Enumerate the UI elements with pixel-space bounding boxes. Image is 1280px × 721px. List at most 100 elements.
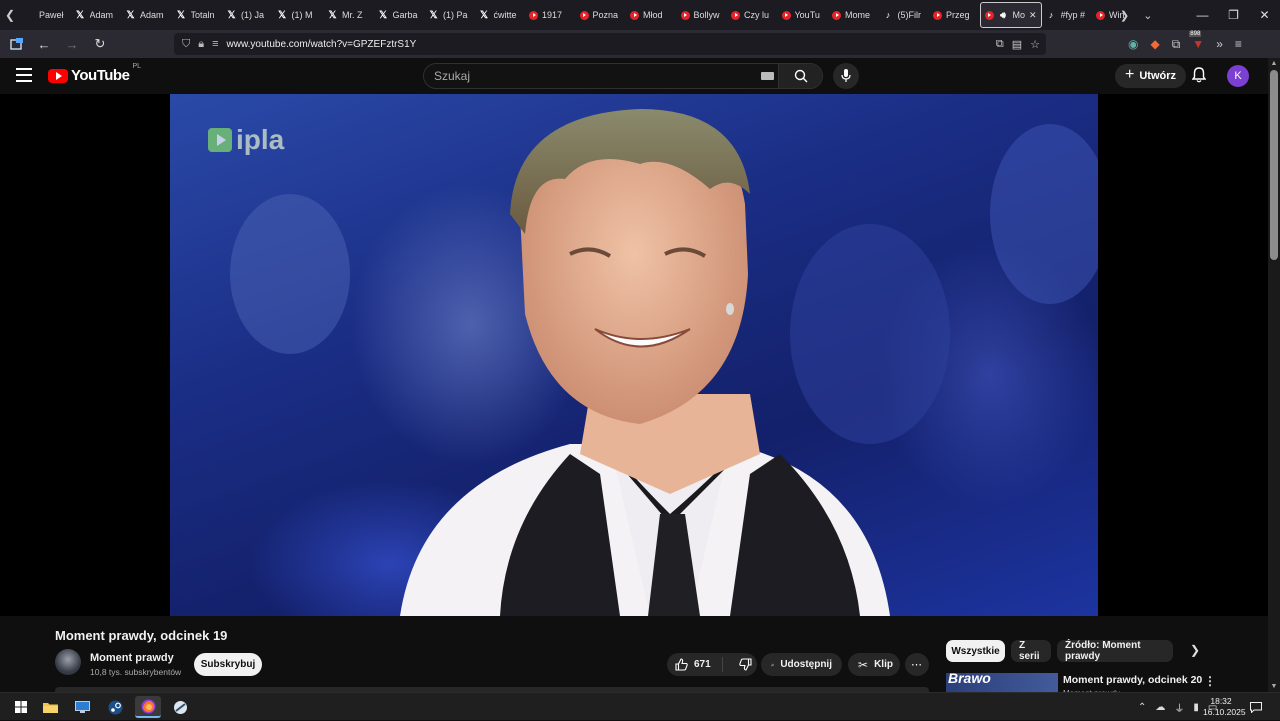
file-explorer-icon[interactable] <box>37 696 63 718</box>
reload-icon[interactable]: ↻ <box>88 32 112 56</box>
tab-label: YouTu <box>794 10 820 20</box>
fox-extension-icon[interactable]: ◆ <box>1150 37 1159 51</box>
browser-tab[interactable]: 𝕏 (1) Ja <box>222 2 273 28</box>
tab-label: Przeg <box>946 10 970 20</box>
ublock-extension-icon[interactable]: ▼ 898 <box>1189 31 1204 51</box>
youtube-logo[interactable]: YouTube PL <box>48 63 141 84</box>
thumbs-up-icon <box>675 658 688 671</box>
browser-tab[interactable]: 🔊︎ Mo ✕ <box>979 2 1042 28</box>
firefox-icon[interactable] <box>135 696 161 718</box>
browser-tab[interactable]: Czy lu <box>727 2 778 28</box>
browser-tab[interactable]: Młod <box>626 2 677 28</box>
browser-tab[interactable]: 1917 <box>525 2 576 28</box>
channel-avatar[interactable] <box>55 649 81 675</box>
chip-series[interactable]: Z serii <box>1011 640 1051 662</box>
search-box <box>423 63 823 89</box>
restore-icon[interactable]: ❐ <box>1218 0 1249 30</box>
picture-in-picture-icon[interactable]: ⧉ <box>996 38 1004 51</box>
scroll-up-icon[interactable]: ▲ <box>1270 60 1278 67</box>
windows-start-icon[interactable] <box>8 696 34 718</box>
youtube-play-logo-icon <box>48 68 68 83</box>
like-button[interactable]: 671 <box>667 657 723 672</box>
recommendation-menu-icon[interactable]: ⋮ <box>1204 674 1216 688</box>
youtube-icon <box>933 10 942 20</box>
channel-name[interactable]: Moment prawdy <box>90 652 174 664</box>
lock-icon[interactable]: 🔒︎ <box>198 38 204 51</box>
url-text[interactable]: www.youtube.com/watch?v=GPZEFztrS1Y <box>227 39 417 50</box>
notifications-bell-icon[interactable] <box>1191 67 1207 88</box>
browser-tab[interactable]: 𝕏 Adam <box>121 2 172 28</box>
browser-tab[interactable]: Przeg <box>929 2 980 28</box>
scroll-down-icon[interactable]: ▼ <box>1270 683 1278 690</box>
browser-tab[interactable]: ♪ #fyp # <box>1042 2 1093 28</box>
page-scrollbar[interactable]: ▲ ▼ <box>1268 58 1280 692</box>
reader-view-icon[interactable]: ▤ <box>1012 38 1022 51</box>
country-code: PL <box>132 63 141 70</box>
tracking-shield-icon[interactable]: ⛉ <box>182 38 190 51</box>
tray-expand-icon[interactable]: ⌃ <box>1138 702 1146 713</box>
browser-tab[interactable]: ♪ (5)Filr <box>879 2 930 28</box>
hamburger-menu-icon[interactable]: ≡ <box>1235 37 1242 51</box>
browser-tab[interactable]: 𝕏 Totaln <box>172 2 223 28</box>
tab-scroll-left-icon[interactable]: ❮ <box>0 0 20 30</box>
forward-icon[interactable]: → <box>60 32 84 56</box>
recommendation-title[interactable]: Moment prawdy, odcinek 20 <box>1063 674 1202 686</box>
browser-tab[interactable]: 𝕏 Adam <box>71 2 122 28</box>
more-actions-button[interactable]: ⋯ <box>905 653 929 676</box>
subscribe-button[interactable]: Subskrybuj <box>194 653 262 676</box>
scrollbar-thumb[interactable] <box>1270 70 1278 260</box>
create-button[interactable]: + Utwórz <box>1115 64 1187 88</box>
scissors-icon: ✂ <box>858 657 869 672</box>
browser-tab[interactable]: 𝕏 (1) Pa <box>424 2 475 28</box>
close-tab-icon[interactable]: ✕ <box>1029 10 1037 21</box>
steam-icon[interactable] <box>102 696 128 718</box>
clip-button[interactable]: ✂ Klip <box>848 653 900 676</box>
battery-icon[interactable]: ▮ <box>1193 702 1199 713</box>
notification-center-icon[interactable] <box>1250 700 1262 718</box>
youtube-icon <box>579 10 589 20</box>
browser-tab[interactable]: 𝕏ćwitte <box>475 2 526 28</box>
overflow-menu-icon[interactable]: » <box>1216 37 1223 51</box>
sidebar-toggle-icon[interactable] <box>4 32 28 56</box>
dislike-button[interactable] <box>729 658 752 671</box>
permissions-icon[interactable]: ≡ <box>212 38 218 50</box>
chips-next-icon[interactable]: ❯ <box>1190 643 1200 657</box>
voice-search-button[interactable] <box>833 63 859 89</box>
browser-tab[interactable]: Paweł <box>20 2 71 28</box>
bookmark-star-icon[interactable]: ☆ <box>1030 38 1040 51</box>
video-frame[interactable]: ipla <box>170 94 1098 616</box>
browser-tab[interactable]: Bollyw <box>677 2 728 28</box>
chip-all[interactable]: Wszystkie <box>946 640 1005 662</box>
browser-tab[interactable]: 𝕏 (1) M <box>273 2 324 28</box>
chip-source[interactable]: Źródło: Moment prawdy <box>1057 640 1173 662</box>
account-avatar[interactable]: K <box>1227 65 1249 87</box>
usb-icon[interactable]: ⏚ <box>1174 700 1184 715</box>
browser-tab[interactable]: 𝕏 Garba <box>374 2 425 28</box>
minimize-icon[interactable]: — <box>1187 0 1218 30</box>
video-player[interactable]: ipla <box>0 94 1268 616</box>
tab-list-dropdown-icon[interactable]: ⌄ <box>1143 9 1152 22</box>
search-button[interactable] <box>778 64 822 88</box>
tab-scroll-right-icon[interactable]: ❯ <box>1120 9 1129 22</box>
youtube-icon <box>630 10 639 20</box>
keyboard-icon[interactable] <box>761 72 774 80</box>
browser-tab[interactable]: Pozna <box>576 2 627 28</box>
back-icon[interactable]: ← <box>32 32 56 56</box>
speaker-icon[interactable]: 🔊︎ <box>998 10 1009 21</box>
extensions-puzzle-icon[interactable]: ⧉ <box>1172 37 1181 52</box>
close-window-icon[interactable]: ✕ <box>1249 0 1280 30</box>
recommendation-thumbnail[interactable]: Brawo <box>946 673 1058 692</box>
tab-label: #fyp # <box>1060 10 1086 20</box>
system-clock[interactable]: 18:32 16.10.2025 <box>1203 696 1246 718</box>
other-app-icon[interactable] <box>167 696 193 718</box>
share-button[interactable]: Udostępnij <box>761 653 842 676</box>
guide-menu-icon[interactable] <box>16 68 32 82</box>
address-bar[interactable]: ⛉ 🔒︎ ≡ www.youtube.com/watch?v=GPZEFztrS… <box>174 33 1046 55</box>
search-input[interactable] <box>424 69 754 83</box>
vpn-extension-icon[interactable]: ◉ <box>1128 37 1138 51</box>
remote-desktop-icon[interactable] <box>69 696 95 718</box>
browser-tab[interactable]: Mome <box>828 2 879 28</box>
browser-tab[interactable]: 𝕏 Mr. Z <box>323 2 374 28</box>
browser-tab[interactable]: YouTu <box>778 2 829 28</box>
cloud-icon[interactable]: ☁ <box>1155 702 1165 713</box>
